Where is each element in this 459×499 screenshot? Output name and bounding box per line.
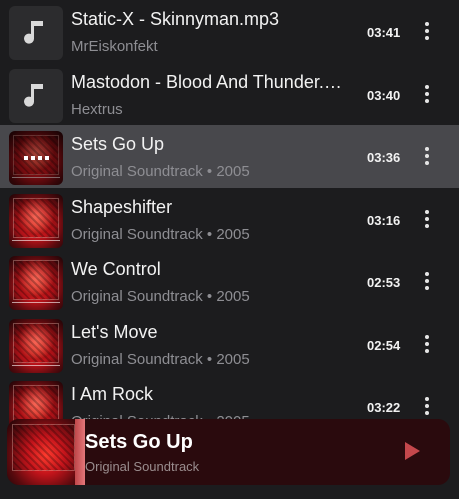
track-title: Static-X - Skinnyman.mp3 [71, 9, 280, 29]
track-duration: 03:41 [367, 25, 401, 40]
track-subtitle: Original Soundtrack • 2005 [71, 288, 250, 305]
track-subtitle: Original Soundtrack • 2005 [71, 225, 250, 243]
music-note-icon [9, 6, 63, 60]
list-item[interactable]: We Control Original Soundtrack • 2005 02… [0, 250, 459, 313]
list-item[interactable]: Let's Move Original Soundtrack • 2005 02… [0, 313, 459, 376]
more-options-icon[interactable] [416, 144, 438, 168]
mini-player-album-art [7, 419, 85, 485]
track-title: Let's Move [71, 321, 158, 342]
music-note-icon [9, 68, 63, 123]
track-subtitle: MrEiskonfekt [71, 38, 158, 55]
album-art [9, 256, 63, 310]
track-subtitle: Hextrus [71, 100, 123, 118]
bottom-bar [0, 487, 459, 499]
track-title: We Control [71, 259, 161, 279]
now-playing-indicator-icon [9, 131, 63, 185]
more-options-icon[interactable] [416, 332, 438, 356]
track-title: Sets Go Up [71, 134, 165, 154]
more-options-icon[interactable] [416, 207, 438, 231]
track-duration: 02:54 [367, 337, 401, 353]
album-art [9, 131, 63, 185]
track-title: Mastodon - Blood And Thunder.mp3 [71, 71, 356, 92]
mini-player-title: Sets Go Up [85, 431, 193, 453]
album-art [9, 318, 63, 373]
track-subtitle: Original Soundtrack • 2005 [71, 350, 250, 368]
list-item-active[interactable]: Sets Go Up Original Soundtrack • 2005 03… [0, 125, 459, 188]
more-options-icon[interactable] [416, 82, 438, 106]
mini-player-subtitle: Original Soundtrack [85, 459, 200, 474]
list-item[interactable]: Static-X - Skinnyman.mp3 MrEiskonfekt 03… [0, 0, 459, 63]
more-options-icon[interactable] [416, 269, 438, 293]
list-item[interactable]: Shapeshifter Original Soundtrack • 2005 … [0, 188, 459, 251]
track-duration: 03:36 [367, 150, 401, 165]
more-options-icon[interactable] [416, 394, 438, 418]
track-duration: 03:22 [367, 400, 401, 415]
track-subtitle: Original Soundtrack • 2005 [71, 163, 250, 180]
mini-player-progress[interactable] [75, 419, 85, 485]
mini-player[interactable]: Sets Go Up Original Soundtrack [7, 419, 450, 485]
track-title: Shapeshifter [71, 196, 173, 217]
album-art [9, 193, 63, 248]
track-title: I Am Rock [71, 384, 154, 404]
more-options-icon[interactable] [416, 19, 438, 43]
track-list: Static-X - Skinnyman.mp3 MrEiskonfekt 03… [0, 0, 459, 438]
track-duration: 03:40 [367, 87, 401, 103]
track-duration: 03:16 [367, 212, 401, 228]
track-duration: 02:53 [367, 275, 401, 290]
list-item[interactable]: Mastodon - Blood And Thunder.mp3 Hextrus… [0, 63, 459, 126]
play-icon[interactable] [405, 442, 420, 460]
